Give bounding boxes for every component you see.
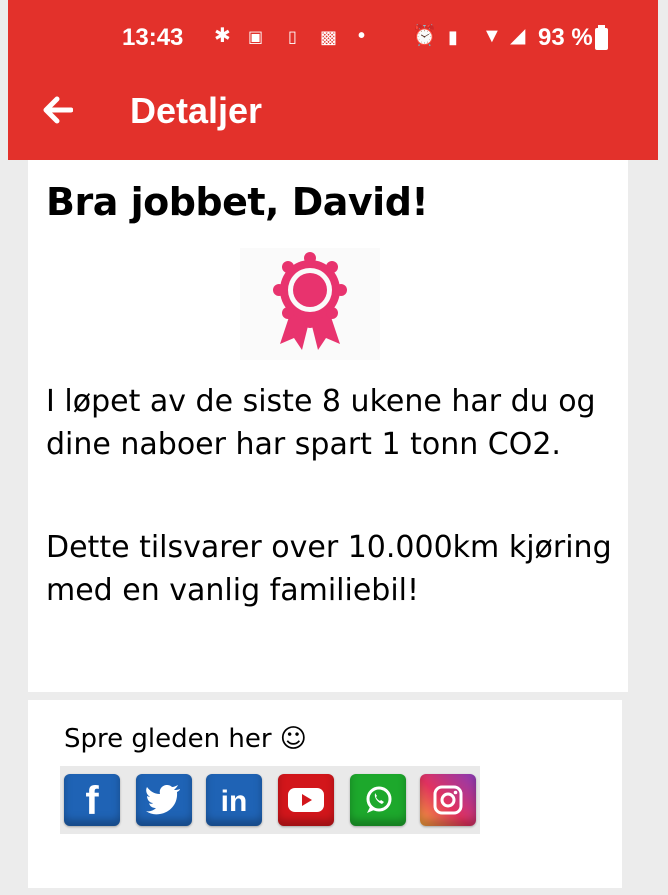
award-ribbon-icon [273, 252, 347, 350]
vibrate-icon: ▮ [448, 27, 458, 47]
equivalent-text: Dette tilsvarer over 10.000km kjøring me… [46, 530, 612, 608]
share-card: Spre gleden her ☺ f in [28, 700, 622, 888]
social-buttons: f in [60, 766, 480, 834]
instagram-button[interactable] [420, 774, 476, 826]
achievement-card: Bra jobbet, David! I løpet av de siste 8… [28, 160, 628, 692]
award-image [240, 248, 380, 360]
page-title: Detaljer [130, 90, 263, 131]
youtube-button[interactable] [278, 774, 334, 826]
sim-icon: ▯ [288, 29, 297, 46]
twitter-button[interactable] [136, 774, 192, 826]
arrow-left-icon [43, 96, 73, 124]
savings-text: I løpet av de siste 8 ukene har du og di… [46, 384, 596, 462]
headline: Bra jobbet, David! [46, 180, 429, 224]
whatsapp-button[interactable] [350, 774, 406, 826]
image-icon: ▩ [320, 27, 338, 47]
twitter-icon [146, 785, 180, 815]
signal-icon: ◢ [510, 25, 526, 47]
battery-icon [595, 25, 608, 50]
share-label: Spre gleden her ☺ [64, 724, 307, 754]
alarm-icon: ⏰ [412, 25, 437, 47]
whatsapp-icon [366, 786, 392, 813]
bluetooth-icon: ✱ [214, 25, 231, 47]
youtube-icon [288, 788, 324, 812]
status-bar: 13:43 ✱ ▣ ▯ ▩ • ⏰ ▮ ▼ ◢ 93 % [8, 18, 658, 62]
svg-text:f: f [85, 780, 99, 820]
status-time: 13:43 [122, 24, 184, 51]
linkedin-button[interactable]: in [206, 774, 262, 826]
battery-text: 93 % [538, 24, 593, 51]
facebook-icon: f [85, 780, 99, 820]
dot-icon: • [358, 25, 366, 47]
app-bar: 13:43 ✱ ▣ ▯ ▩ • ⏰ ▮ ▼ ◢ 93 % Detaljer [8, 0, 658, 160]
email-icon: ▣ [248, 29, 264, 46]
back-button[interactable] [38, 90, 78, 130]
linkedin-icon: in [221, 785, 248, 817]
instagram-icon [433, 785, 463, 815]
wifi-icon: ▼ [482, 25, 502, 47]
facebook-button[interactable]: f [64, 774, 120, 826]
svg-text:in: in [221, 785, 248, 817]
